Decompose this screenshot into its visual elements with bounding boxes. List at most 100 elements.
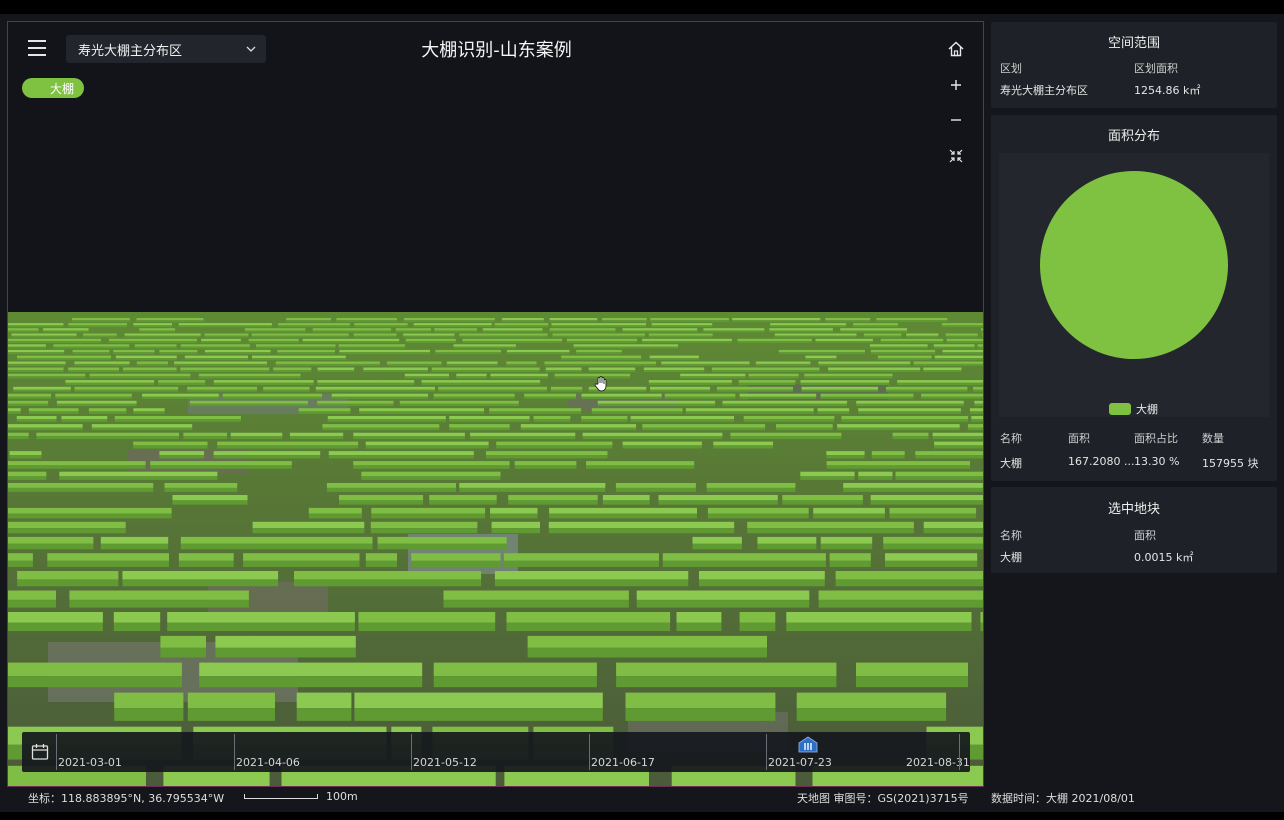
greenhouse-side [739, 622, 776, 632]
greenhouse-side [877, 358, 932, 360]
greenhouse-roof [739, 612, 776, 623]
greenhouse-roof [770, 323, 847, 326]
dist-col-count: 数量 [1202, 432, 1224, 445]
greenhouse-roof [804, 373, 893, 377]
pie-slice-大棚[interactable] [1040, 171, 1228, 359]
greenhouse-side [825, 320, 871, 322]
greenhouse-side [11, 335, 77, 338]
greenhouse-side [9, 455, 42, 459]
greenhouse-side [906, 335, 939, 338]
greenhouse-roof [642, 424, 766, 428]
greenhouse-side [252, 528, 365, 534]
calendar-icon[interactable] [30, 742, 50, 762]
greenhouse-roof [506, 612, 671, 623]
greenhouse-roof [365, 553, 397, 561]
greenhouse-side [649, 358, 699, 360]
greenhouse-side [800, 382, 890, 385]
extent-panel-title: 空间范围 [1107, 36, 1160, 51]
greenhouse-roof [828, 367, 921, 370]
greenhouse-roof [648, 333, 713, 336]
dist-row-area: 167.2080 ... [1068, 455, 1135, 468]
timeline-date-label[interactable]: 2021-05-12 [413, 756, 477, 769]
zoom-in-button[interactable] [944, 73, 968, 97]
greenhouse-side [8, 396, 51, 399]
greenhouse-side [711, 370, 820, 372]
greenhouse-roof [977, 344, 983, 347]
timeline-date-label[interactable]: 2021-07-23 [768, 756, 832, 769]
map-viewport[interactable]: 寿光大棚主分布区 大棚识别-山东案例 大棚 2021-03-01 2021-04… [7, 21, 984, 787]
greenhouse-side [243, 560, 360, 567]
greenhouse-roof [776, 424, 833, 428]
greenhouse-side [411, 560, 501, 567]
greenhouse-roof [91, 424, 193, 428]
greenhouse-roof [615, 483, 696, 488]
greenhouse-side [661, 363, 750, 366]
greenhouse-roof [133, 441, 208, 446]
greenhouse-roof [405, 338, 456, 342]
greenhouse-side [353, 465, 510, 469]
date-timeline[interactable]: 2021-03-01 2021-04-06 2021-05-12 2021-06-17… [22, 732, 970, 772]
greenhouse-side [858, 411, 961, 414]
greenhouse-side [508, 500, 598, 505]
pie-legend[interactable]: 大棚 [1109, 401, 1158, 417]
greenhouse-side [339, 352, 430, 355]
home-button[interactable] [944, 37, 968, 61]
greenhouse-side [446, 363, 498, 366]
timeline-date-label[interactable]: 2021-06-17 [591, 756, 655, 769]
greenhouse-side [8, 560, 33, 567]
greenhouse-side [113, 622, 161, 632]
timeline-handle[interactable] [798, 736, 818, 753]
timeline-date-label[interactable]: 2021-08-31 [906, 756, 970, 769]
greenhouse-side [501, 320, 544, 322]
greenhouse-side [36, 436, 180, 440]
greenhouse-roof [312, 328, 392, 331]
greenhouse-side [549, 330, 616, 333]
greenhouse-roof [136, 318, 204, 321]
greenhouse-roof [566, 338, 638, 342]
greenhouse-roof [863, 333, 902, 336]
greenhouse-roof [796, 692, 947, 709]
greenhouse-roof [123, 367, 177, 370]
greenhouse-side [932, 436, 983, 440]
greenhouse-side [74, 389, 179, 392]
greenhouse-roof [622, 441, 702, 446]
greenhouse-roof [298, 408, 351, 412]
greenhouse-roof [431, 367, 540, 370]
greenhouse-side [180, 346, 250, 349]
greenhouse-side [524, 396, 576, 399]
greenhouse-side [315, 389, 435, 392]
greenhouse-roof [8, 408, 21, 412]
greenhouse-side [869, 346, 928, 349]
greenhouse-side [616, 676, 837, 688]
greenhouse-roof [180, 536, 373, 544]
greenhouse-side [8, 427, 83, 431]
greenhouse-side [69, 599, 249, 608]
greenhouse-side [841, 419, 969, 422]
greenhouse-roof [459, 483, 606, 488]
greenhouse-side [8, 330, 39, 333]
greenhouse-roof [490, 507, 538, 514]
timeline-date-label[interactable]: 2021-03-01 [58, 756, 122, 769]
fullscreen-button[interactable] [944, 144, 968, 168]
greenhouse-side [317, 403, 394, 407]
timeline-date-label[interactable]: 2021-04-06 [236, 756, 300, 769]
timeline-track[interactable]: 2021-03-01 2021-04-06 2021-05-12 2021-06-17… [56, 732, 970, 772]
legend-chip-greenhouse[interactable]: 大棚 [22, 78, 84, 98]
pie-chart[interactable] [999, 153, 1269, 417]
greenhouse-roof [363, 367, 428, 370]
greenhouse-roof [906, 333, 939, 336]
zoom-out-button[interactable] [944, 108, 968, 132]
greenhouse-roof [503, 553, 659, 561]
greenhouse-roof [308, 507, 362, 514]
greenhouse-roof [805, 355, 837, 358]
greenhouse-roof [482, 328, 543, 331]
greenhouse-roof [545, 367, 582, 370]
greenhouse-roof [662, 553, 826, 561]
greenhouse-side [164, 487, 238, 492]
greenhouse-side [722, 403, 847, 407]
greenhouse-roof [548, 521, 735, 529]
extent-col-region: 区划 [1000, 62, 1022, 75]
greenhouse-roof [800, 380, 890, 383]
greenhouse-roof [716, 386, 793, 390]
greenhouse-roof [189, 400, 309, 404]
